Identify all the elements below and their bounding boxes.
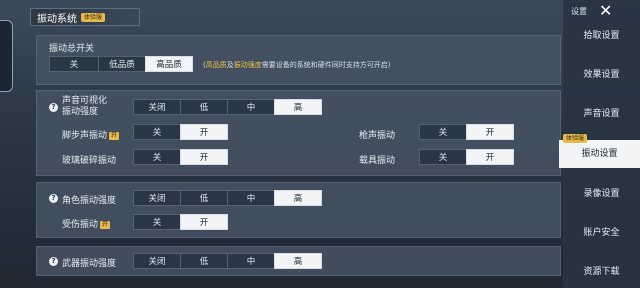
character-intensity-switch: 关闭 低 中 高 <box>133 190 322 206</box>
gun-off[interactable]: 关 <box>419 124 467 140</box>
sound-option-off[interactable]: 关闭 <box>133 99 181 115</box>
sound-intensity-switch: 关闭 低 中 高 <box>133 99 322 115</box>
section-header: 振动系统 体验服 <box>30 8 140 26</box>
character-panel: ? 角色振动强度 关闭 低 中 高 受伤振动开 关 开 <box>36 182 561 238</box>
character-option-off[interactable]: 关闭 <box>133 190 181 206</box>
character-option-low[interactable]: 低 <box>180 190 228 206</box>
master-option-low[interactable]: 低品质 <box>98 56 146 72</box>
gun-label: 枪声振动 <box>359 131 396 141</box>
weapon-panel: ? 武器振动强度 关闭 低 中 高 <box>36 246 561 276</box>
weapon-option-off[interactable]: 关闭 <box>133 253 181 269</box>
sidebar-item-vibration[interactable]: 体验服 振动设置 <box>559 134 640 168</box>
hurt-off[interactable]: 关 <box>133 214 181 230</box>
sound-option-high[interactable]: 高 <box>274 99 322 115</box>
master-panel: 振动总开关 关 低品质 高品质 (高品质及振动强度需要设备的系统和硬件同时支持方… <box>36 35 561 85</box>
help-icon[interactable]: ? <box>49 103 58 112</box>
left-edge-tab[interactable] <box>0 20 13 92</box>
settings-stage: 振动系统 体验服 振动总开关 关 低品质 高品质 (高品质及振动强度需要设备的系… <box>30 0 561 288</box>
glass-off[interactable]: 关 <box>133 149 181 165</box>
weapon-intensity-switch: 关闭 低 中 高 <box>133 253 322 269</box>
sidebar-item-label: 振动设置 <box>581 149 618 159</box>
master-option-high[interactable]: 高品质 <box>145 56 193 72</box>
sidebar-tag: 体验服 <box>563 134 588 143</box>
help-icon[interactable]: ? <box>49 257 58 266</box>
hurt-label: 受伤振动开 <box>62 220 111 230</box>
test-server-badge: 体验服 <box>81 12 106 22</box>
master-option-off[interactable]: 关 <box>49 56 99 72</box>
character-label: 角色振动强度 <box>62 196 117 206</box>
weapon-label: 武器振动强度 <box>62 259 117 269</box>
weapon-option-mid[interactable]: 中 <box>227 253 275 269</box>
gun-switch: 关 开 <box>419 124 514 140</box>
footstep-on[interactable]: 开 <box>180 124 228 140</box>
weapon-option-low[interactable]: 低 <box>180 253 228 269</box>
settings-sidebar: 设置 ✕ 拾取设置 效果设置 声音设置 体验服 振动设置 录像设置 账户安全 资… <box>559 0 640 288</box>
sidebar-title: 设置 <box>571 6 587 16</box>
vehicle-off[interactable]: 关 <box>419 149 467 165</box>
footstep-off[interactable]: 关 <box>133 124 181 140</box>
sidebar-item-effects[interactable]: 效果设置 <box>563 61 640 89</box>
footstep-switch: 关 开 <box>133 124 228 140</box>
sidebar-item-recording[interactable]: 录像设置 <box>563 180 640 208</box>
hurt-switch: 关 开 <box>133 214 228 230</box>
master-note: (高品质及振动强度需要设备的系统和硬件同时支持方可开启) <box>203 61 391 69</box>
master-label: 振动总开关 <box>49 44 95 54</box>
vehicle-switch: 关 开 <box>419 149 514 165</box>
sound-visual-label: 声音可视化 振动强度 <box>62 96 108 117</box>
glass-label: 玻璃破碎振动 <box>62 156 117 166</box>
gun-on[interactable]: 开 <box>466 124 514 140</box>
vehicle-on[interactable]: 开 <box>466 149 514 165</box>
section-title: 振动系统 <box>37 13 77 25</box>
master-switch: 关 低品质 高品质 <box>49 56 193 72</box>
sidebar-item-download[interactable]: 资源下载 <box>563 258 640 286</box>
sound-option-low[interactable]: 低 <box>180 99 228 115</box>
sidebar-item-account[interactable]: 账户安全 <box>563 219 640 247</box>
character-option-high[interactable]: 高 <box>274 190 322 206</box>
help-icon[interactable]: ? <box>49 194 58 203</box>
weapon-option-high[interactable]: 高 <box>274 253 322 269</box>
close-icon[interactable]: ✕ <box>599 3 612 19</box>
glass-on[interactable]: 开 <box>180 149 228 165</box>
hurt-on[interactable]: 开 <box>180 214 228 230</box>
sound-option-mid[interactable]: 中 <box>227 99 275 115</box>
vehicle-label: 载具振动 <box>359 156 396 166</box>
sidebar-top: 设置 ✕ <box>563 0 640 22</box>
footstep-label: 脚步声振动开 <box>62 131 120 141</box>
sound-panel: ? 声音可视化 振动强度 关闭 低 中 高 脚步声振动开 关 开 玻璃破碎振动 关… <box>36 90 561 176</box>
glass-switch: 关 开 <box>133 149 228 165</box>
sidebar-item-sound[interactable]: 声音设置 <box>563 100 640 128</box>
sidebar-item-pickup[interactable]: 拾取设置 <box>563 22 640 50</box>
character-option-mid[interactable]: 中 <box>227 190 275 206</box>
